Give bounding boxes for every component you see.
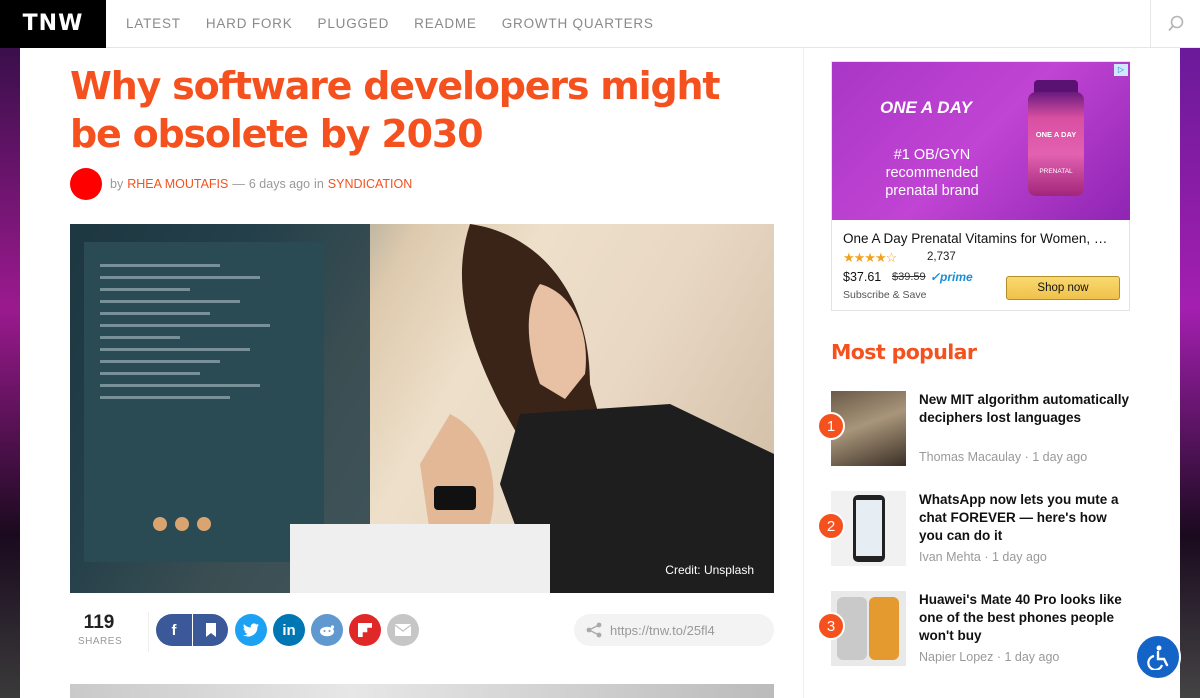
reddit-icon bbox=[320, 625, 335, 637]
ad-brand: ONE A DAY bbox=[880, 98, 972, 117]
popular-item-time: 1 day ago bbox=[1004, 650, 1060, 664]
byline: by RHEA MOUTAFIS — 6 days ago in SYNDICA… bbox=[70, 168, 412, 200]
short-url-text: https://tnw.to/25fl4 bbox=[610, 622, 715, 638]
accessibility-icon bbox=[1147, 645, 1169, 670]
popular-item-time: 1 day ago bbox=[991, 550, 1047, 564]
nav-growth-quarters[interactable]: GROWTH QUARTERS bbox=[502, 16, 654, 31]
nav-hard-fork[interactable]: HARD FORK bbox=[206, 16, 293, 31]
sidebar-divider bbox=[803, 48, 804, 698]
hero-image: Credit: Unsplash bbox=[70, 224, 774, 593]
ad-star-rating: ★★★★☆ bbox=[843, 250, 897, 265]
short-url-field[interactable]: https://tnw.to/25fl4 bbox=[574, 614, 774, 646]
linkedin-icon: in bbox=[282, 621, 296, 639]
ad-shop-now-button[interactable]: Shop now bbox=[1006, 276, 1120, 300]
ad-bottle-label: ONE A DAY bbox=[1035, 130, 1077, 139]
ad-old-price: $39.59 bbox=[892, 271, 926, 283]
popular-item-author[interactable]: Thomas Macaulay bbox=[919, 450, 1021, 464]
popular-item-author[interactable]: Napier Lopez bbox=[919, 650, 993, 664]
popular-item-meta: Napier Lopez · 1 day ago bbox=[919, 650, 1060, 664]
search-button[interactable] bbox=[1150, 0, 1200, 48]
popular-rank-badge: 2 bbox=[817, 512, 845, 540]
share-divider bbox=[148, 612, 149, 652]
byline-separator: — bbox=[232, 177, 245, 191]
site-logo[interactable]: TNW bbox=[0, 0, 106, 48]
nav-readme[interactable]: README bbox=[414, 16, 477, 31]
hero-illustration bbox=[70, 224, 774, 593]
ad-rating-count: 2,737 bbox=[927, 251, 956, 263]
ad-banner: ONE A DAY #1 OB/GYN recommended prenatal… bbox=[832, 62, 1130, 220]
author-link[interactable]: RHEA MOUTAFIS bbox=[127, 177, 228, 191]
top-navigation-bar: TNW LATEST HARD FORK PLUGGED README GROW… bbox=[0, 0, 1200, 48]
popular-item-title[interactable]: WhatsApp now lets you mute a chat FOREVE… bbox=[919, 491, 1131, 545]
reddit-share-button[interactable] bbox=[311, 614, 343, 646]
linkedin-share-button[interactable]: in bbox=[273, 614, 305, 646]
ad-subscribe-save: Subscribe & Save bbox=[843, 289, 927, 301]
popular-rank-badge: 3 bbox=[817, 612, 845, 640]
flipboard-icon bbox=[358, 623, 372, 637]
most-popular-heading: Most popular bbox=[831, 340, 977, 364]
facebook-share-button[interactable]: f bbox=[156, 614, 228, 646]
popular-item-time: 1 day ago bbox=[1032, 450, 1088, 464]
share-bar: 119 SHARES f in https://tnw.to/25fl4 bbox=[70, 610, 774, 654]
email-icon bbox=[395, 624, 411, 636]
ad-price: $37.61 bbox=[843, 270, 882, 284]
popular-item-meta: Thomas Macaulay · 1 day ago bbox=[919, 450, 1088, 464]
publish-time: 6 days ago bbox=[248, 177, 311, 191]
author-avatar[interactable] bbox=[70, 168, 102, 200]
facebook-icon: f bbox=[171, 621, 177, 639]
article-title: Why software developers might be obsolet… bbox=[70, 64, 721, 156]
popular-item-meta: Ivan Mehta · 1 day ago bbox=[919, 550, 1047, 564]
popular-item-title[interactable]: Huawei's Mate 40 Pro looks like one of t… bbox=[919, 591, 1131, 645]
email-share-button[interactable] bbox=[387, 614, 419, 646]
phone-illustration bbox=[853, 495, 885, 562]
image-credit: Credit: Unsplash bbox=[665, 563, 754, 577]
twitter-icon bbox=[243, 623, 259, 637]
popular-item[interactable]: 3 Huawei's Mate 40 Pro looks like one of… bbox=[817, 591, 1131, 671]
ad-product-title[interactable]: One A Day Prenatal Vitamins for Women, … bbox=[843, 231, 1123, 246]
background-left bbox=[0, 48, 20, 698]
ad-tagline: #1 OB/GYN recommended prenatal brand bbox=[885, 147, 979, 199]
byline-prefix: by bbox=[110, 177, 124, 191]
popular-item[interactable]: 2 WhatsApp now lets you mute a chat FORE… bbox=[817, 491, 1131, 571]
search-icon bbox=[1167, 15, 1183, 32]
popular-rank-badge: 1 bbox=[817, 412, 845, 440]
bookmark-icon[interactable] bbox=[192, 614, 228, 646]
category-link[interactable]: SYNDICATION bbox=[328, 177, 413, 191]
adchoices-icon[interactable]: ▷ bbox=[1114, 64, 1128, 76]
ad-bottle bbox=[1028, 92, 1084, 196]
sidebar-ad[interactable]: ONE A DAY #1 OB/GYN recommended prenatal… bbox=[831, 61, 1130, 311]
share-count-label: SHARES bbox=[78, 636, 123, 647]
nav-plugged[interactable]: PLUGGED bbox=[318, 16, 390, 31]
share-count-number: 119 bbox=[83, 612, 115, 633]
accessibility-button[interactable] bbox=[1135, 634, 1181, 680]
popular-item-author[interactable]: Ivan Mehta bbox=[919, 550, 981, 564]
flipboard-share-button[interactable] bbox=[349, 614, 381, 646]
twitter-share-button[interactable] bbox=[235, 614, 267, 646]
popular-item-title[interactable]: New MIT algorithm automatically decipher… bbox=[919, 391, 1131, 427]
ad-prime-badge: ✓prime bbox=[930, 270, 973, 284]
background-right bbox=[1180, 48, 1200, 698]
share-link-icon bbox=[586, 622, 602, 638]
nav-latest[interactable]: LATEST bbox=[126, 16, 181, 31]
next-article-image bbox=[70, 684, 774, 698]
share-count: 119 SHARES bbox=[78, 612, 123, 647]
main-nav: LATEST HARD FORK PLUGGED README GROWTH Q… bbox=[126, 16, 679, 31]
page-content: Why software developers might be obsolet… bbox=[20, 48, 1180, 698]
phone-illustration-orange bbox=[869, 597, 899, 660]
byline-in: in bbox=[314, 177, 324, 191]
popular-item[interactable]: 1 New MIT algorithm automatically deciph… bbox=[817, 391, 1131, 471]
ad-bottle-sub: PRENATAL bbox=[1039, 168, 1073, 175]
